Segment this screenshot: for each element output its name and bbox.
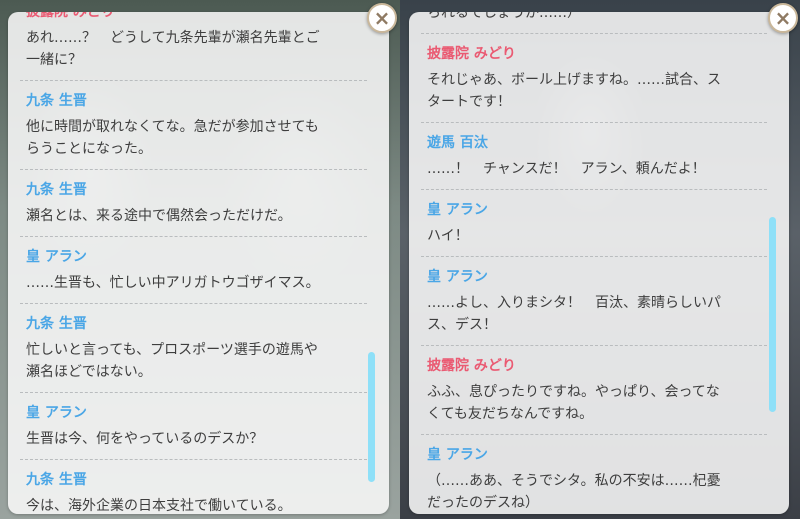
dialogue-line: ハイ！: [427, 228, 469, 244]
backlog-entry: 九条 生晋他に時間が取れなくてな。急だが参加させても らうことになった。: [20, 81, 367, 170]
dialogue-line: だったのデスね）: [427, 495, 539, 511]
speaker-name: 九条 生晋: [26, 472, 87, 488]
dialogue-line: 生晋は今、何をやっているのデスか？: [26, 431, 264, 447]
dialogue-line: らうことになった。: [26, 141, 152, 157]
speaker-name: 披露院 みどり: [427, 46, 516, 62]
speaker-name: 九条 生晋: [26, 182, 87, 198]
close-icon: ×: [774, 6, 792, 30]
dialogue-line: ……よし、入りまシタ！ 百汰、素晴らしいパ: [427, 295, 721, 311]
backlog-entry: 皇 アラン ……生晋も、忙しい中アリガトウゴザイマス。: [20, 237, 367, 304]
dialogue-line: ……！ チャンスだ！ アラン、頼んだよ！: [427, 161, 706, 177]
speaker-name: 皇 アラン: [26, 249, 87, 265]
backlog-panel-right[interactable]: られるでしょうか……） 披露院 みどり それじゃあ、ボール上げますね。……試合、ス…: [409, 12, 789, 514]
dialogue-line: あれ……？ どうして九条先輩が瀬名先輩とご: [26, 30, 320, 46]
close-icon: ×: [373, 6, 391, 30]
speaker-name: 披露院 みどり: [26, 12, 115, 20]
backlog-list[interactable]: 披露院 みどり あれ……？ どうして九条先輩が瀬名先輩とご 一緒に？ 九条 生晋…: [8, 12, 389, 514]
dialogue-line: られるでしょうか……）: [427, 12, 581, 21]
speaker-name: 皇 アラン: [26, 405, 87, 421]
backlog-entry: 九条 生晋瀬名とは、来る途中で偶然会っただけだ。: [20, 170, 367, 237]
backlog-entry: 披露院 みどりふふ、息ぴったりですね。やっぱり、会ってな くても友だちなんですね。: [421, 346, 767, 435]
speaker-name: 皇 アラン: [427, 269, 488, 285]
dialogue-line: 一緒に？: [26, 52, 82, 68]
backlog-entry: 皇 アラン生晋は今、何をやっているのデスか？: [20, 393, 367, 460]
dialogue-line: 他に時間が取れなくてな。急だが参加させても: [26, 119, 319, 135]
dialogue-line: くても友だちなんですね。: [427, 406, 594, 422]
speaker-name: 九条 生晋: [26, 316, 87, 332]
dialogue-line: 瀬名とは、来る途中で偶然会っただけだ。: [26, 208, 292, 224]
dialogue-line: 今は、海外企業の日本支社で働いている。: [26, 498, 292, 514]
backlog-entry: られるでしょうか……）: [421, 12, 767, 34]
backlog-entry: 九条 生晋忙しいと言っても、プロスポーツ選手の遊馬や 瀬名ほどではない。: [20, 304, 367, 393]
dialogue-line: （……ああ、そうでシタ。私の不安は……杞憂: [427, 473, 721, 489]
dialogue-line: 忙しいと言っても、プロスポーツ選手の遊馬や: [26, 342, 318, 358]
backlog-entry: 九条 生晋今は、海外企業の日本支社で働いている。: [20, 460, 367, 514]
backlog-entry: 皇 アラン ……よし、入りまシタ！ 百汰、素晴らしいパ ス、デス！: [421, 257, 767, 346]
speaker-name: 披露院 みどり: [427, 358, 516, 374]
dialogue-line: 瀬名ほどではない。: [26, 364, 152, 380]
scrollbar-thumb[interactable]: [769, 217, 776, 412]
dialogue-line: タートです！: [427, 94, 511, 110]
dialogue-line: それじゃあ、ボール上げますね。……試合、ス: [427, 72, 721, 88]
close-button[interactable]: ×: [367, 3, 397, 33]
dialogue-line: ス、デス！: [427, 317, 497, 333]
backlog-list[interactable]: られるでしょうか……） 披露院 みどり それじゃあ、ボール上げますね。……試合、ス…: [409, 12, 789, 514]
backlog-entry: 披露院 みどりそれじゃあ、ボール上げますね。……試合、ス タートです！: [421, 34, 767, 123]
speaker-name: 九条 生晋: [26, 93, 87, 109]
speaker-name: 遊馬 百汰: [427, 135, 488, 151]
speaker-name: 皇 アラン: [427, 447, 488, 463]
speaker-name: 皇 アラン: [427, 202, 488, 218]
backlog-panel-left[interactable]: 披露院 みどり あれ……？ どうして九条先輩が瀬名先輩とご 一緒に？ 九条 生晋…: [8, 12, 389, 514]
dialogue-line: ……生晋も、忙しい中アリガトウゴザイマス。: [26, 275, 320, 291]
dialogue-line: ふふ、息ぴったりですね。やっぱり、会ってな: [427, 384, 720, 400]
backlog-entry: 皇 アラン （……ああ、そうでシタ。私の不安は……杞憂 だったのデスね）: [421, 435, 767, 514]
scrollbar-thumb[interactable]: [368, 352, 375, 482]
backlog-entry: 皇 アランハイ！: [421, 190, 767, 257]
close-button[interactable]: ×: [768, 3, 798, 33]
backlog-entry: 披露院 みどり あれ……？ どうして九条先輩が瀬名先輩とご 一緒に？: [20, 12, 367, 81]
backlog-entry: 遊馬 百汰 ……！ チャンスだ！ アラン、頼んだよ！: [421, 123, 767, 190]
